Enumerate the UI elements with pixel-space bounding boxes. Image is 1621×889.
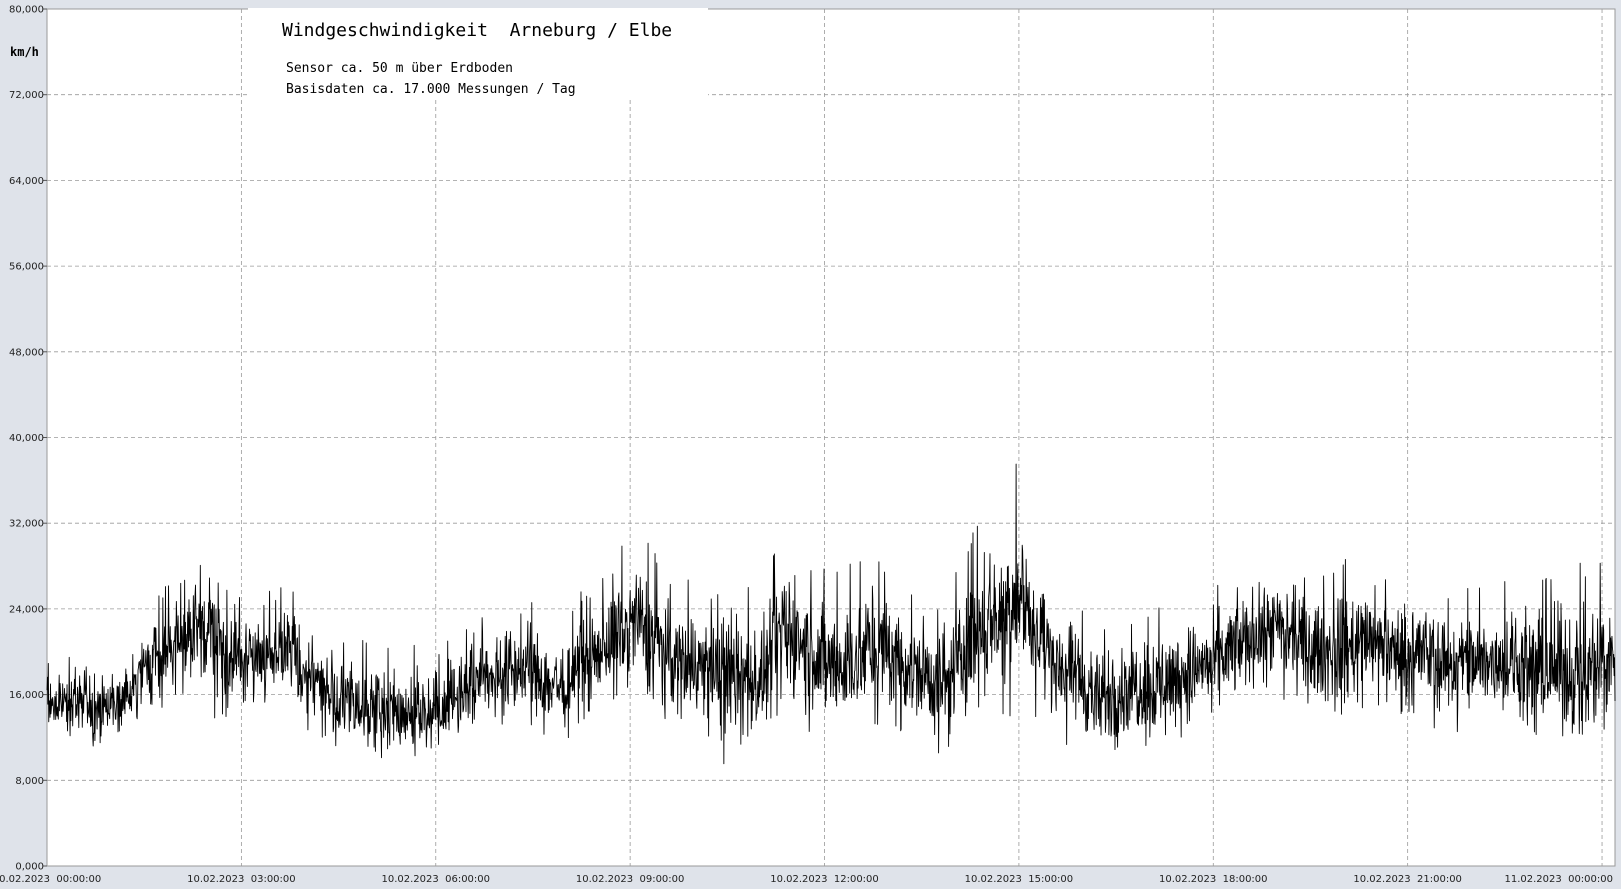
x-tick-label: 10.02.2023 15:00:00 <box>965 874 1074 885</box>
y-tick-label: 0,000 <box>15 862 44 873</box>
chart-subtitle-line-1: Sensor ca. 50 m über Erdboden <box>286 61 513 76</box>
x-tick-label: 10.02.2023 18:00:00 <box>1159 874 1268 885</box>
x-tick-label: 11.02.2023 00:00:00 <box>1504 874 1613 885</box>
y-tick-label: 80,000 <box>9 5 44 16</box>
x-tick-label: 10.02.2023 12:00:00 <box>770 874 879 885</box>
y-tick-label: 24,000 <box>9 604 44 615</box>
chart-subtitle-line-2: Basisdaten ca. 17.000 Messungen / Tag <box>286 82 576 97</box>
y-axis-ticks: 0,000 8,000 16,000 24,000 32,000 40,000 48,000… <box>9 5 47 873</box>
y-tick-label: 48,000 <box>9 347 44 358</box>
x-tick-label: 10.02.2023 21:00:00 <box>1353 874 1462 885</box>
y-tick-label: 56,000 <box>9 262 44 273</box>
x-tick-label: 10.02.2023 00:00:00 <box>0 874 101 885</box>
y-tick-label: 64,000 <box>9 176 44 187</box>
x-tick-label: 10.02.2023 06:00:00 <box>381 874 490 885</box>
y-tick-label: 40,000 <box>9 433 44 444</box>
y-tick-label: 32,000 <box>9 519 44 530</box>
y-axis-unit-label: km/h <box>10 45 39 59</box>
x-tick-label: 10.02.2023 09:00:00 <box>576 874 685 885</box>
chart-title: Windgeschwindigkeit Arneburg / Elbe <box>282 20 672 41</box>
wind-speed-chart: 0,000 8,000 16,000 24,000 32,000 40,000 48,000… <box>0 5 1616 885</box>
y-tick-label: 16,000 <box>9 690 44 701</box>
x-tick-label: 10.02.2023 03:00:00 <box>187 874 296 885</box>
x-axis-ticks: 10.02.2023 00:00:00 10.02.2023 03:00:00 10… <box>0 874 1613 885</box>
y-tick-label: 72,000 <box>9 90 44 101</box>
y-tick-label: 8,000 <box>15 776 44 787</box>
